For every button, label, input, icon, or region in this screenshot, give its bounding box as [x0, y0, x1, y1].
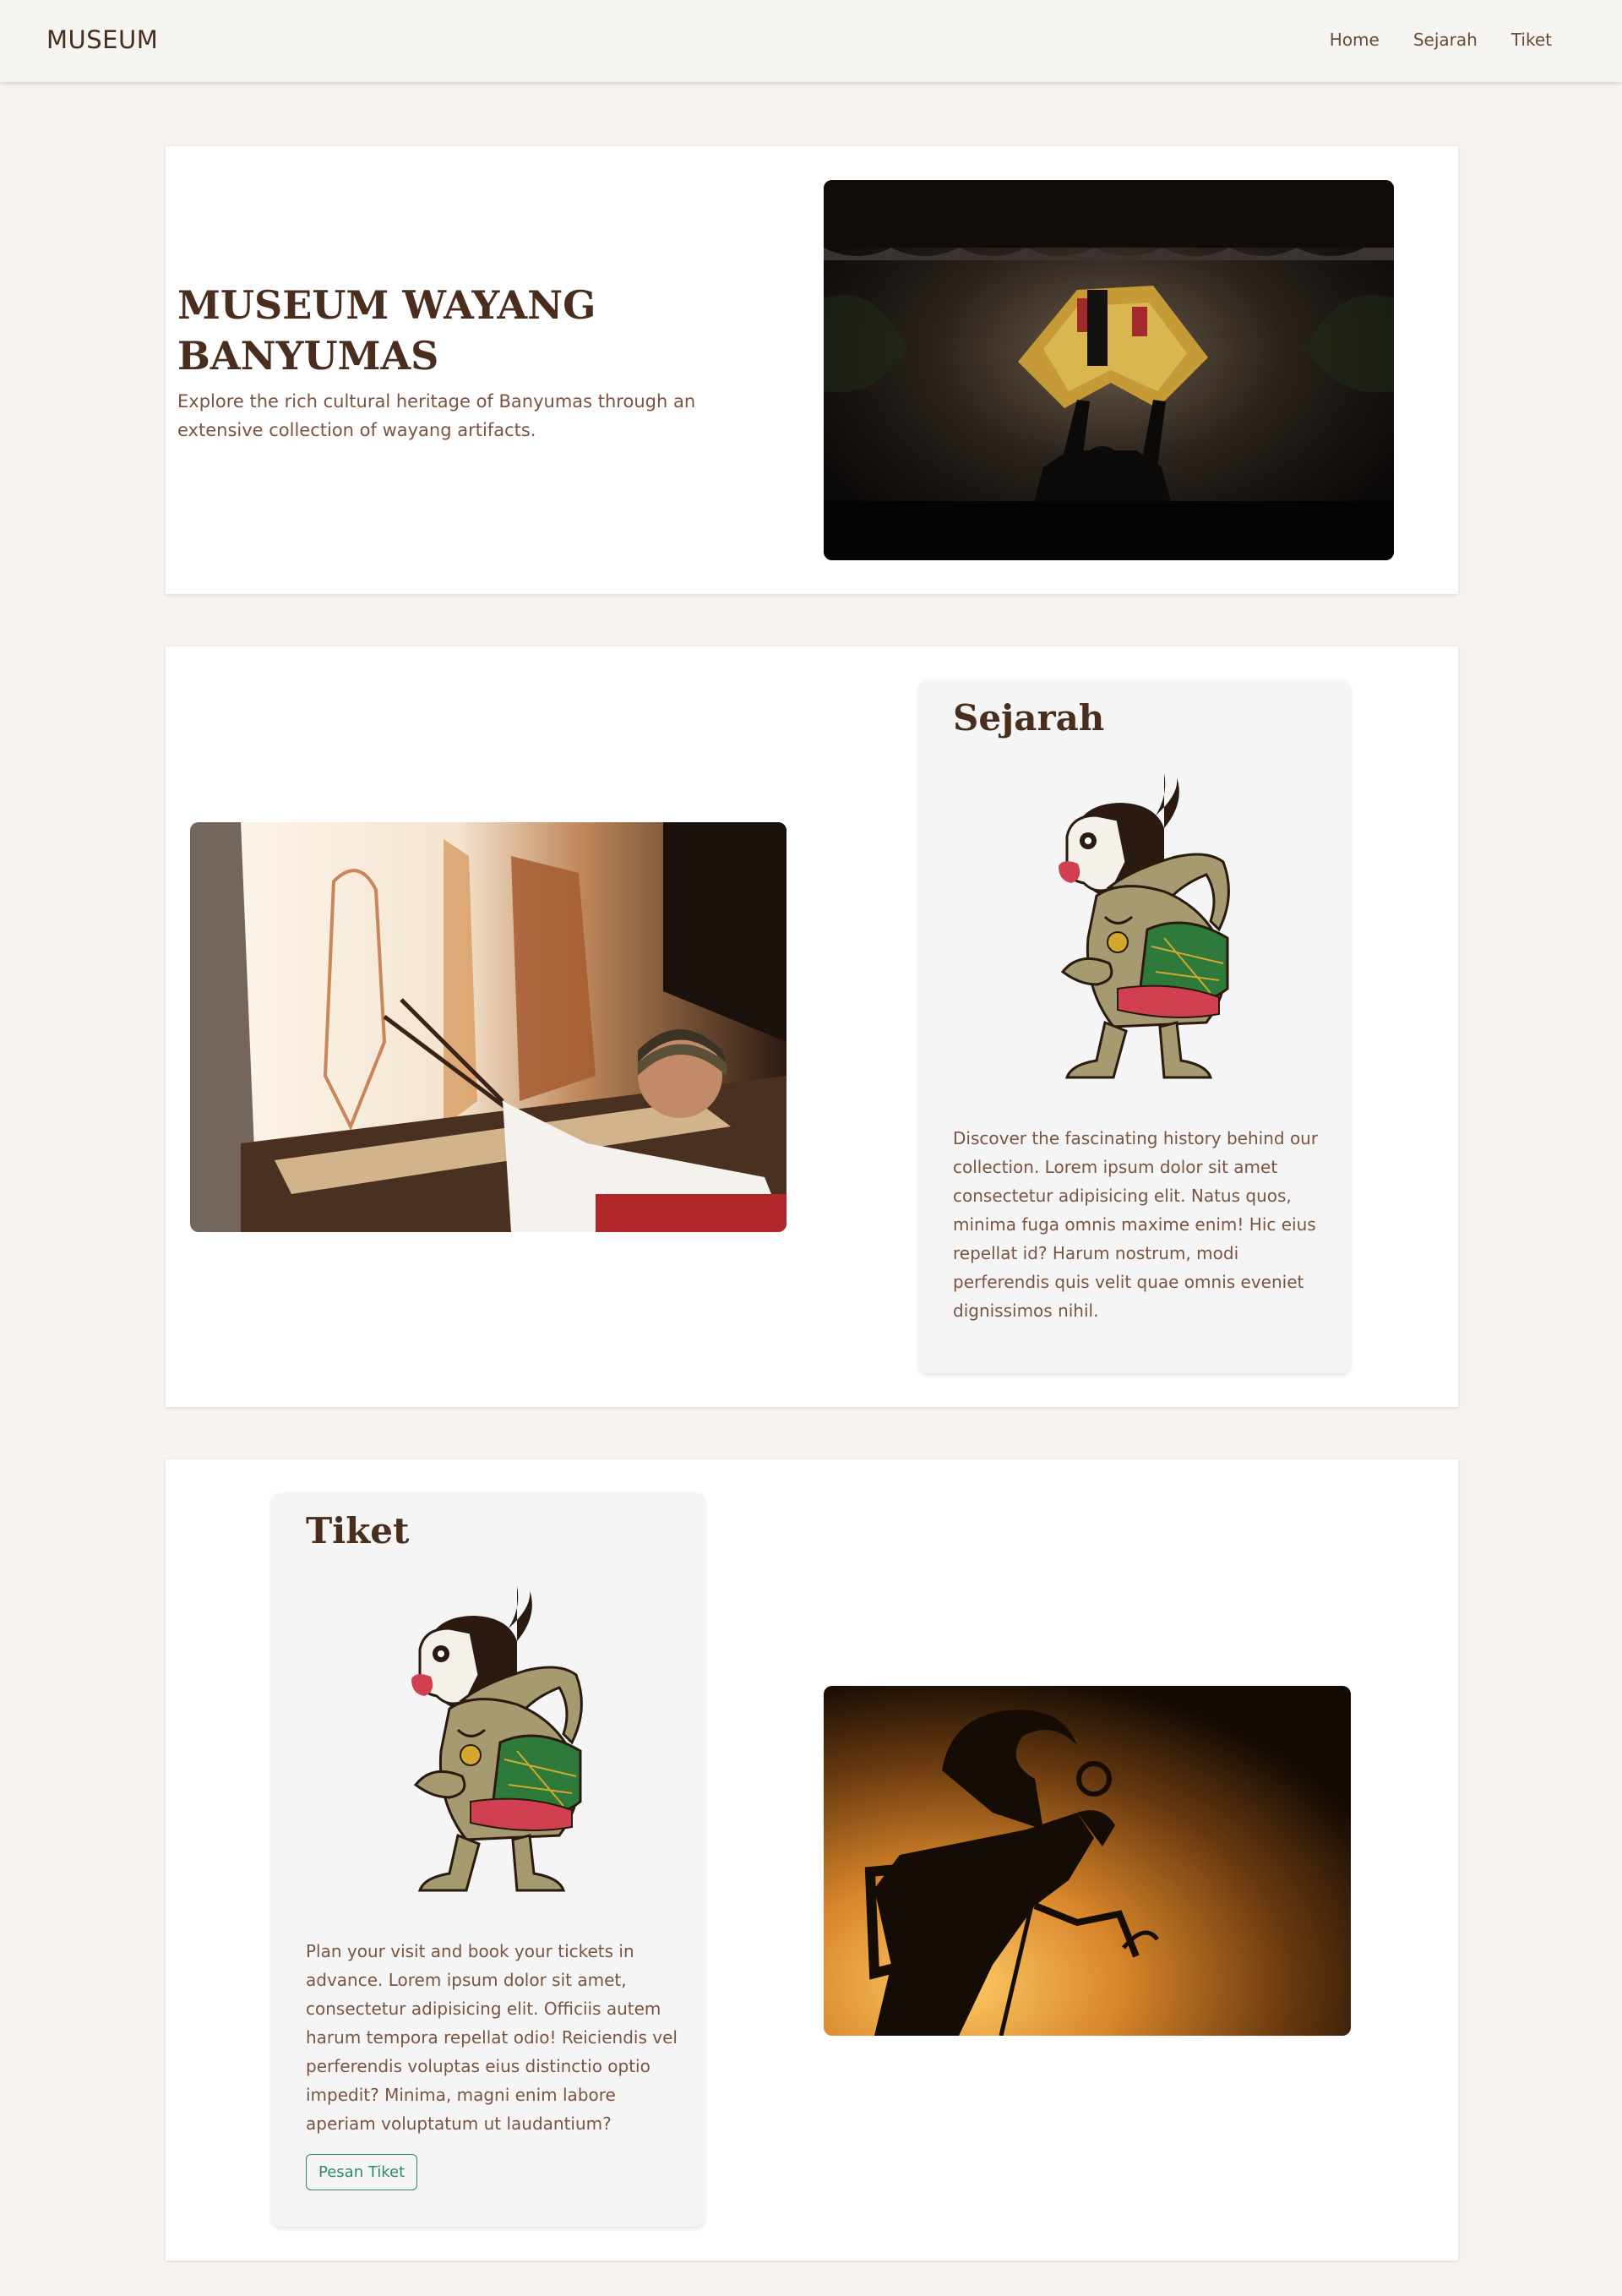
- hero-puppet-show-photo: [824, 180, 1394, 560]
- nav-link-tiket[interactable]: Tiket: [1511, 30, 1552, 50]
- wayang-silhouette-photo: [824, 1686, 1351, 2036]
- nav-link-home[interactable]: Home: [1330, 30, 1380, 50]
- hero-title: MUSEUM WAYANG BANYUMAS: [177, 282, 596, 379]
- brand-logo[interactable]: MUSEUM: [46, 25, 158, 54]
- hero-subtitle: Explore the rich cultural heritage of Ba…: [177, 391, 696, 440]
- sejarah-info-box: Sejarah Discover the fascinating history…: [919, 680, 1350, 1373]
- nav-links: Home Sejarah Tiket: [1330, 30, 1552, 50]
- sejarah-title: Sejarah: [953, 697, 1105, 739]
- navbar: MUSEUM Home Sejarah Tiket: [0, 0, 1622, 82]
- nav-link-sejarah[interactable]: Sejarah: [1413, 30, 1478, 50]
- wayang-puppet-illustration: [411, 1586, 583, 1892]
- tiket-description: Plan your visit and book your tickets in…: [306, 1941, 678, 2134]
- tiket-section: Tiket Plan your visit and book your tick…: [166, 1459, 1458, 2261]
- pesan-tiket-button[interactable]: Pesan Tiket: [306, 2154, 418, 2190]
- wayang-puppet-illustration: [1059, 773, 1230, 1079]
- tiket-title: Tiket: [306, 1510, 410, 1552]
- dalang-performer-photo: [190, 822, 787, 1232]
- sejarah-description: Discover the fascinating history behind …: [953, 1128, 1319, 1321]
- hero-section: MUSEUM WAYANG BANYUMAS Explore the rich …: [166, 146, 1458, 594]
- tiket-info-box: Tiket Plan your visit and book your tick…: [272, 1493, 705, 2227]
- sejarah-section: Sejarah Discover the fascinating history…: [166, 646, 1458, 1407]
